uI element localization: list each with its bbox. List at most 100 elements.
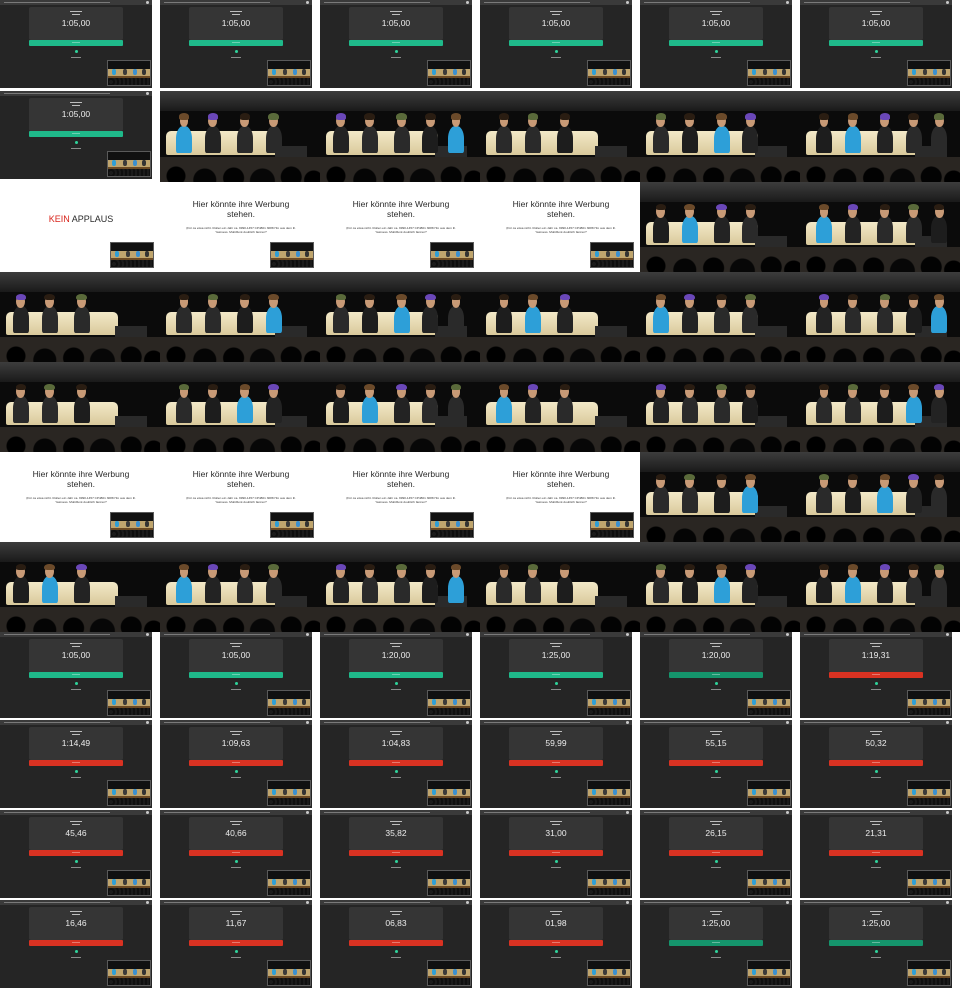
stage-table [755, 596, 788, 607]
timer-status-bar[interactable] [188, 940, 284, 946]
preview-person [304, 250, 309, 257]
contact-sheet-cell: 01,98 [480, 900, 632, 988]
timer-screen: 1:04,83 [320, 720, 472, 808]
timer-status-bar[interactable] [508, 940, 604, 946]
timer-status-bar[interactable] [668, 850, 764, 856]
timer-status-bar[interactable] [188, 672, 284, 678]
stage-person [41, 383, 58, 424]
timer-status-bar[interactable] [28, 850, 124, 856]
person-hair [15, 383, 26, 391]
timer-panel-header [509, 821, 603, 825]
countdown-time: 35,82 [385, 828, 407, 838]
audience-heads [640, 612, 800, 632]
person-hair [450, 113, 462, 120]
stage-person [742, 293, 759, 334]
timer-panel: 1:05,00 [188, 639, 284, 672]
person-hair [716, 383, 727, 391]
stage-person [876, 203, 893, 244]
timer-status-bar[interactable] [348, 40, 444, 46]
preview-person [624, 520, 629, 527]
timer-panel-header [189, 11, 283, 15]
stage-person [332, 293, 349, 334]
timer-status-bar[interactable] [508, 850, 604, 856]
timer-note [71, 867, 81, 868]
preview-audience [908, 708, 950, 715]
person-hair [268, 293, 279, 301]
preview-person [752, 968, 757, 975]
timer-status-bar[interactable] [28, 672, 124, 678]
person-hair [396, 383, 407, 391]
stage-photo [800, 91, 960, 182]
app-menubar [480, 720, 632, 725]
timer-indicator-dot [554, 950, 558, 953]
timer-panel-header [29, 911, 123, 915]
countdown-time: 50,32 [865, 738, 887, 748]
stage-photo [480, 362, 640, 452]
preview-audience [108, 978, 150, 985]
timer-note [871, 957, 881, 958]
timer-panel-header [29, 102, 123, 106]
timer-status-bar[interactable] [28, 40, 124, 46]
app-menubar [320, 810, 472, 815]
timer-status-bar[interactable] [508, 672, 604, 678]
contact-sheet-cell: 21,31 [800, 810, 952, 898]
timer-status-bar[interactable] [348, 940, 444, 946]
timer-status-bar[interactable] [668, 760, 764, 766]
timer-status-bar[interactable] [828, 760, 924, 766]
preview-person [933, 698, 938, 705]
timer-status-bar[interactable] [828, 672, 924, 678]
person-hair [364, 293, 375, 301]
timer-status-bar[interactable] [508, 760, 604, 766]
person-hair [239, 563, 250, 571]
countdown-time: 1:25,00 [541, 650, 571, 660]
preview-person [461, 68, 466, 75]
timer-status-bar[interactable] [828, 850, 924, 856]
timer-status-bar[interactable] [668, 940, 764, 946]
timer-panel: 35,82 [348, 817, 444, 850]
stage-person [73, 293, 90, 334]
preview-person [133, 68, 138, 75]
stage-person [236, 293, 253, 334]
timer-status-bar[interactable] [28, 760, 124, 766]
timer-status-bar[interactable] [508, 40, 604, 46]
person-hair [879, 383, 890, 391]
timer-note [391, 57, 401, 58]
contact-sheet-cell [160, 272, 320, 362]
person-hair [847, 293, 858, 301]
contact-sheet-cell [640, 91, 800, 182]
timer-status-bar[interactable] [188, 760, 284, 766]
stage-person [742, 473, 759, 514]
audience-heads [640, 252, 800, 272]
timer-status-bar[interactable] [188, 40, 284, 46]
menubar-status-icon [306, 901, 309, 904]
timer-status-bar[interactable] [828, 40, 924, 46]
timer-status-bar[interactable] [668, 672, 764, 678]
timer-status-bar[interactable] [28, 940, 124, 946]
preview-person [933, 968, 938, 975]
person-hair [44, 563, 55, 571]
preview-person [613, 698, 618, 705]
timer-status-bar[interactable] [28, 131, 124, 137]
timer-indicator-dot [394, 770, 398, 773]
timer-status-bar[interactable] [828, 940, 924, 946]
timer-status-label [712, 852, 720, 853]
timer-status-bar[interactable] [348, 850, 444, 856]
timer-status-bar[interactable] [348, 672, 444, 678]
timer-status-bar[interactable] [348, 760, 444, 766]
audience-heads [160, 161, 320, 182]
timer-screen: 31,00 [480, 810, 632, 898]
stage-person [556, 383, 573, 424]
stage-curtain [480, 542, 640, 562]
timer-status-bar[interactable] [668, 40, 764, 46]
timer-status-bar[interactable] [188, 850, 284, 856]
preview-person [933, 878, 938, 885]
preview-person [621, 968, 626, 975]
stream-preview-thumbnail [267, 60, 311, 86]
contact-sheet-cell [0, 362, 160, 452]
stage-person [204, 563, 221, 604]
stage-curtain [640, 182, 800, 202]
stage-person [422, 293, 439, 334]
timer-screen: 1:25,00 [800, 900, 952, 988]
person-hair [684, 293, 695, 301]
app-menubar [160, 810, 312, 815]
